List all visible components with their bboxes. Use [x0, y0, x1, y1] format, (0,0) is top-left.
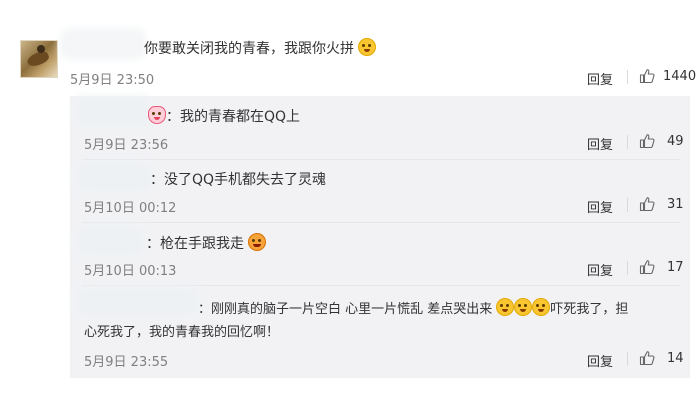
- reply-colon: ：: [150, 172, 164, 188]
- like-count: 17: [667, 260, 684, 275]
- like-icon[interactable]: [639, 259, 655, 275]
- person-head: [37, 45, 45, 53]
- separator: [627, 70, 628, 84]
- reply-date: 5月9日 23:55: [84, 355, 169, 370]
- like-icon[interactable]: [639, 133, 655, 149]
- reply-button[interactable]: 回复: [587, 134, 613, 153]
- blurred-username[interactable]: [80, 292, 194, 312]
- like-icon[interactable]: [639, 350, 655, 366]
- heart-icon: [148, 106, 166, 124]
- reply-divider: [82, 159, 680, 160]
- like-icon[interactable]: [639, 196, 655, 212]
- reply-divider: [82, 285, 680, 286]
- reply-text-body: 刚刚真的脑子一片空白 心里一片慌乱 差点哭出来: [211, 302, 493, 317]
- crying-icon: [514, 298, 533, 316]
- reply-text-body: 我的青春都在QQ上: [180, 109, 301, 125]
- like-count: 49: [667, 134, 684, 149]
- reply-button[interactable]: 回复: [587, 69, 613, 88]
- comment-date: 5月9日 23:50: [70, 73, 155, 88]
- reply-date: 5月10日 00:13: [84, 264, 177, 279]
- reply-text: ：我的青春都在QQ上: [148, 106, 300, 127]
- blurred-username[interactable]: [80, 231, 140, 251]
- separator: [627, 135, 628, 149]
- crying-icon: [496, 298, 515, 316]
- crying-icon: [532, 298, 551, 316]
- reply-button[interactable]: 回复: [587, 260, 613, 279]
- reply-divider: [82, 222, 680, 223]
- like-count: 31: [667, 197, 684, 212]
- reply-colon: ：: [146, 236, 160, 252]
- reply-button[interactable]: 回复: [587, 197, 613, 216]
- reply-date: 5月10日 00:12: [84, 201, 177, 216]
- like-count: 1440: [663, 69, 697, 84]
- reply-text-line2: 心死我了，我的青春我的回忆啊！: [84, 325, 280, 340]
- separator: [627, 352, 628, 366]
- angry-icon: [248, 233, 267, 251]
- avatar[interactable]: [20, 40, 58, 78]
- separator: [627, 198, 628, 212]
- frustrated-emoji-icon: [358, 38, 377, 56]
- like-icon[interactable]: [639, 68, 655, 84]
- reply-date: 5月9日 23:56: [84, 138, 169, 153]
- reply-colon: ：: [166, 109, 180, 125]
- reply-text-body: 没了QQ手机都失去了灵魂: [164, 172, 327, 188]
- separator: [627, 261, 628, 275]
- comment-text: 你要敢关闭我的青春，我跟你火拼: [144, 38, 377, 59]
- reply-button[interactable]: 回复: [587, 351, 613, 370]
- blurred-username[interactable]: [80, 102, 146, 122]
- blurred-username[interactable]: [66, 34, 140, 54]
- reply-text-body: 枪在手跟我走: [160, 236, 244, 252]
- reply-text: ：枪在手跟我走: [146, 233, 267, 254]
- reply-text: ：没了QQ手机都失去了灵魂: [150, 170, 326, 190]
- comment-text-body: 你要敢关闭我的青春，我跟你火拼: [144, 41, 354, 57]
- reply-colon: ：: [198, 302, 212, 317]
- blurred-username[interactable]: [80, 167, 148, 187]
- reply-text: ：刚刚真的脑子一片空白 心里一片慌乱 差点哭出来 吓死我了，担: [198, 298, 628, 320]
- reply-text-body-cont: 吓死我了，担: [550, 302, 629, 317]
- like-count: 14: [667, 351, 684, 366]
